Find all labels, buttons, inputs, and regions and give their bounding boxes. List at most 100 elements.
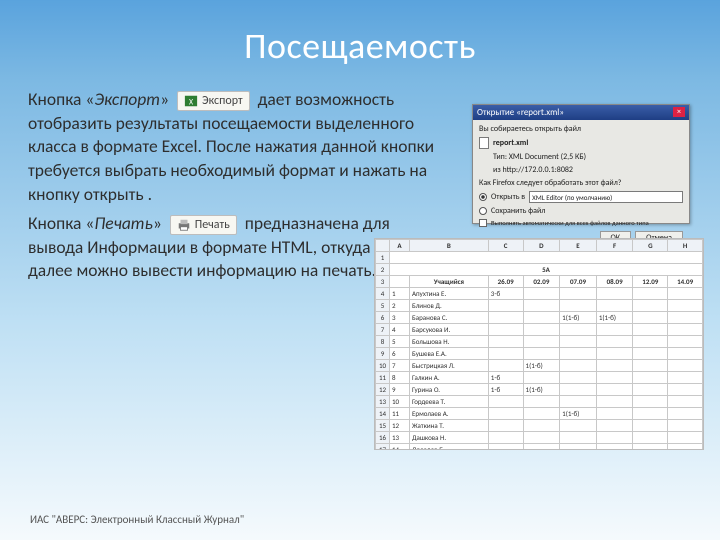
student-name: Дроздов Б.: [409, 444, 488, 451]
cell: [488, 408, 523, 420]
row-num: 9: [390, 384, 410, 396]
print-button-inline: Печать: [170, 215, 237, 235]
print-btn-label: Печать: [195, 217, 230, 233]
cell: [596, 432, 633, 444]
student-name: Барсукова И.: [409, 324, 488, 336]
cell: [668, 336, 703, 348]
row-num: 7: [390, 360, 410, 372]
cell: [633, 360, 668, 372]
cell: [633, 288, 668, 300]
close-icon[interactable]: ×: [673, 107, 685, 117]
cell: [560, 324, 597, 336]
student-name: Апухтина Е.: [409, 288, 488, 300]
table-row: 74Барсукова И.: [376, 324, 703, 336]
cell: [633, 312, 668, 324]
row-num: 1: [390, 288, 410, 300]
date-head: Учащийся: [409, 276, 488, 288]
date-head: 08.09: [596, 276, 633, 288]
student-name: Гурина О.: [409, 384, 488, 396]
col-head: D: [523, 240, 560, 252]
dialog-fileurl: из http://172.0.0.1:8082: [493, 165, 573, 175]
cell: [523, 432, 560, 444]
cell: [560, 420, 597, 432]
cell: [523, 444, 560, 451]
remember-label: Выполнять автоматически для всех файлов …: [491, 219, 649, 227]
cell: [633, 348, 668, 360]
date-head: 12.09: [633, 276, 668, 288]
cell: [488, 348, 523, 360]
cell: [596, 300, 633, 312]
export-btn-label: Экспорт: [202, 93, 243, 109]
date-head: 26.09: [488, 276, 523, 288]
p1-close: »: [160, 88, 173, 110]
cell: [668, 384, 703, 396]
excel-table: ABCDEFGH 125А3Учащийся26.0902.0907.0908.…: [375, 239, 703, 450]
open-file-dialog: Открытие «report.xml» × Вы собираетесь о…: [472, 104, 690, 224]
cell: [596, 408, 633, 420]
table-row: 1714Дроздов Б.: [376, 444, 703, 451]
cell: [560, 432, 597, 444]
cell: [596, 396, 633, 408]
openwith-label: Открыть в: [491, 192, 525, 202]
table-row: 96Бушева Е.А.: [376, 348, 703, 360]
cell: [633, 444, 668, 451]
dialog-title: Открытие «report.xml»: [477, 107, 564, 118]
export-button-inline: X Экспорт: [177, 91, 250, 111]
cell: [523, 300, 560, 312]
row-num: 8: [390, 372, 410, 384]
student-name: Быстрицкая Л.: [409, 360, 488, 372]
cell: [668, 420, 703, 432]
table-row: 85Большова Н.: [376, 336, 703, 348]
cell: [560, 444, 597, 451]
radio-open[interactable]: [479, 193, 487, 201]
row-num: 10: [390, 396, 410, 408]
export-word: Экспорт: [94, 88, 160, 110]
dialog-line1: Вы собираетесь открыть файл: [479, 124, 581, 134]
cell: [668, 360, 703, 372]
dialog-filetype: Тип: XML Document (2,5 КБ): [493, 152, 586, 162]
p1-prefix: Кнопка «: [28, 88, 94, 110]
cell: [488, 444, 523, 451]
save-label: Сохранить файл: [491, 206, 545, 216]
col-head: H: [668, 240, 703, 252]
row-num: 6: [390, 348, 410, 360]
cell: [488, 324, 523, 336]
dialog-filename: report.xml: [493, 138, 528, 148]
cell: [596, 420, 633, 432]
excel-preview: ABCDEFGH 125А3Учащийся26.0902.0907.0908.…: [374, 238, 704, 450]
cell: [596, 288, 633, 300]
cell: [523, 396, 560, 408]
cell: [560, 396, 597, 408]
student-name: Баранова С.: [409, 312, 488, 324]
remember-checkbox[interactable]: [479, 219, 487, 227]
table-row: 1310Гордеева Т.: [376, 396, 703, 408]
cell: [633, 372, 668, 384]
file-icon: [479, 137, 489, 149]
radio-save[interactable]: [479, 207, 487, 215]
cell: [560, 348, 597, 360]
col-head: [376, 240, 390, 252]
row-num: 3: [390, 312, 410, 324]
row-num: 2: [390, 300, 410, 312]
student-name: Жаткина Т.: [409, 420, 488, 432]
cell: 1(1-б): [560, 312, 597, 324]
col-head: E: [560, 240, 597, 252]
cell: [523, 336, 560, 348]
cell: [596, 348, 633, 360]
cell: [668, 444, 703, 451]
col-head: F: [596, 240, 633, 252]
cell: [488, 360, 523, 372]
cell: [523, 348, 560, 360]
cell: [523, 324, 560, 336]
app-combo[interactable]: XML Editor (по умолчанию): [529, 191, 683, 203]
cell: [488, 300, 523, 312]
cell: [668, 288, 703, 300]
date-head: 14.09: [668, 276, 703, 288]
row-num: 12: [390, 420, 410, 432]
cell: [560, 300, 597, 312]
table-row: 1512Жаткина Т.: [376, 420, 703, 432]
cell: [668, 300, 703, 312]
row-num: 4: [390, 324, 410, 336]
table-row: 118Галкин А.1-б: [376, 372, 703, 384]
cell: [523, 288, 560, 300]
